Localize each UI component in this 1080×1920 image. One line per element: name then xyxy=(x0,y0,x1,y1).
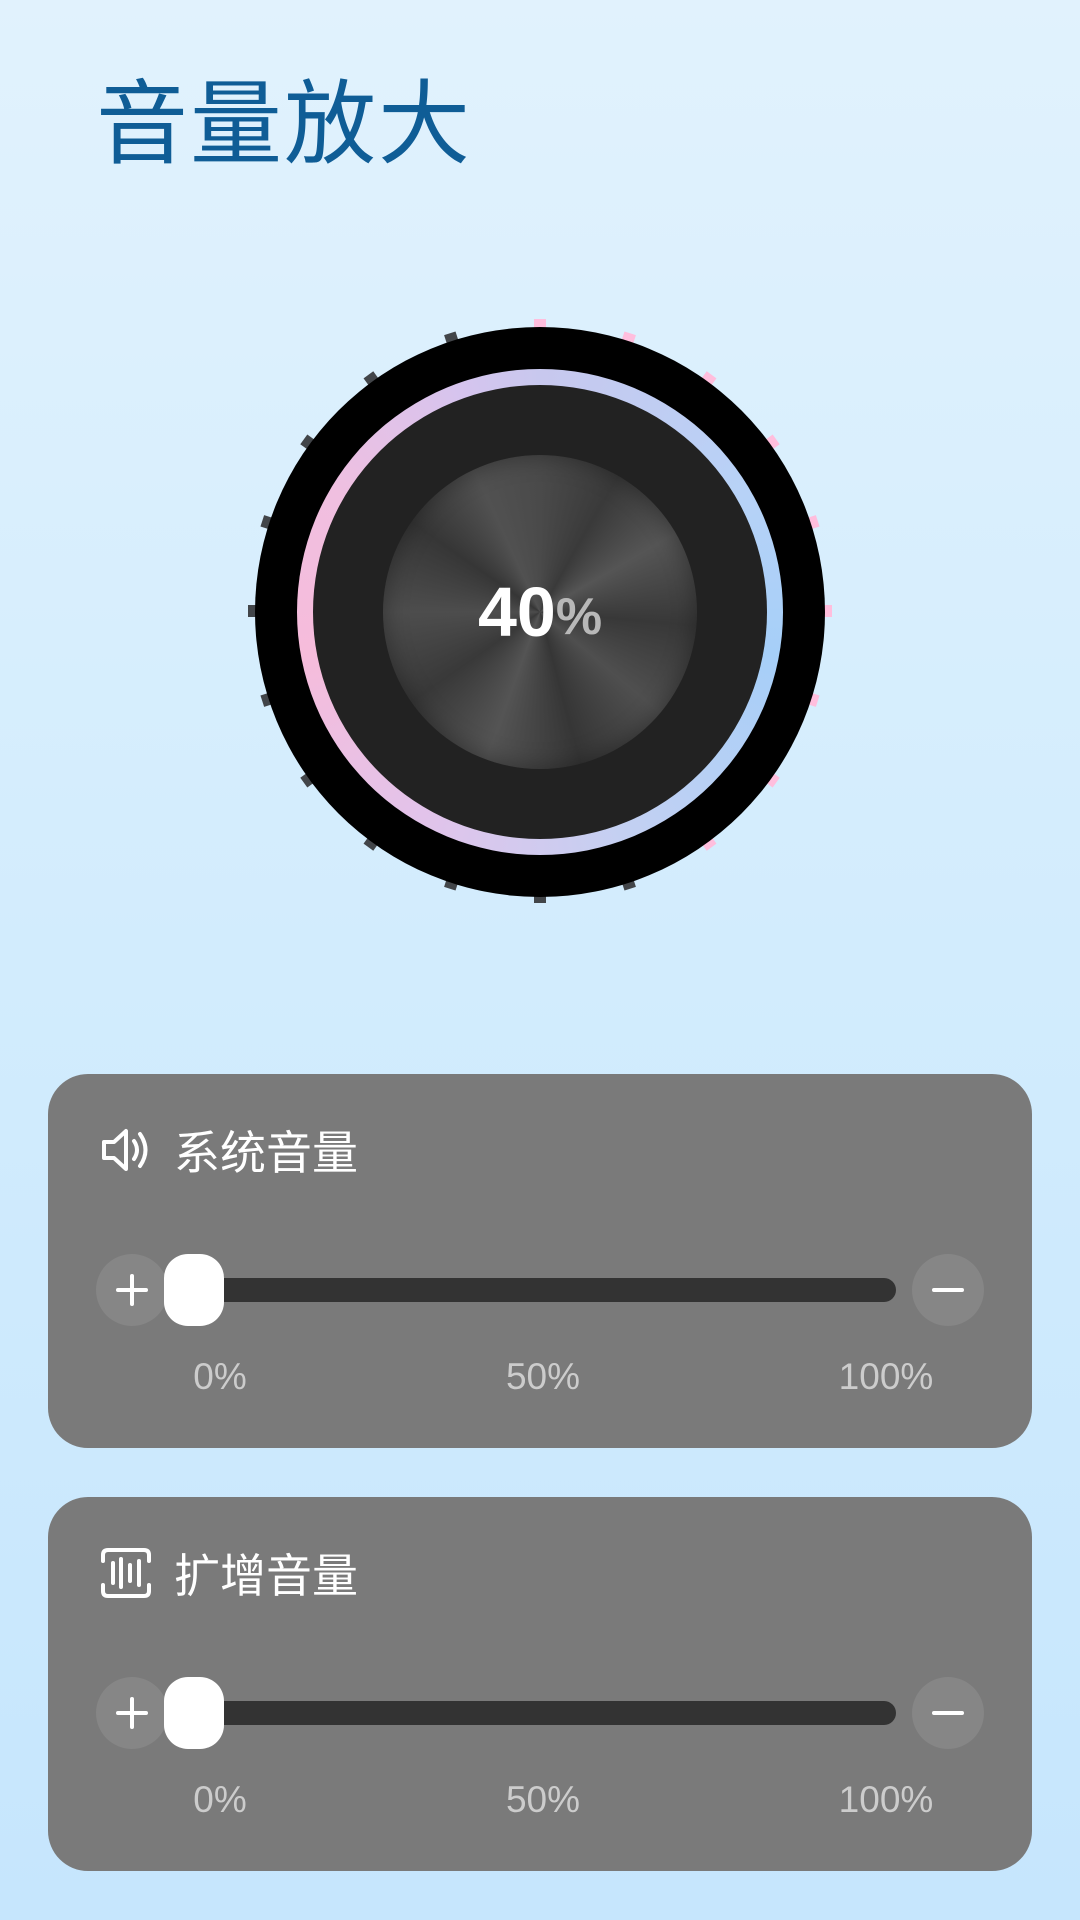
knob-unit: % xyxy=(555,588,603,646)
boost-volume-header: 扩增音量 xyxy=(98,1541,358,1605)
minus-icon xyxy=(932,1711,964,1715)
boost-volume-slider[interactable] xyxy=(188,1701,896,1725)
boost-volume-label-0: 0% xyxy=(193,1779,247,1820)
boost-volume-label-50: 50% xyxy=(505,1779,581,1820)
system-volume-label-0: 0% xyxy=(193,1356,247,1397)
system-volume-slider[interactable] xyxy=(188,1278,896,1302)
system-volume-plus-button[interactable] xyxy=(96,1254,168,1326)
system-volume-minus-button[interactable] xyxy=(912,1254,984,1326)
system-volume-label-100: 100% xyxy=(838,1356,934,1397)
system-volume-label-50: 50% xyxy=(505,1356,581,1397)
boost-volume-title: 扩增音量 xyxy=(174,1550,358,1602)
boost-volume-card: 扩增音量 0% 50% 100% xyxy=(48,1497,1032,1871)
system-volume-card: 系统音量 0% 50% 100% xyxy=(48,1074,1032,1448)
boost-volume-minus-button[interactable] xyxy=(912,1677,984,1749)
minus-icon xyxy=(932,1288,964,1292)
system-volume-title: 系统音量 xyxy=(174,1127,358,1179)
speaker-icon xyxy=(98,1122,154,1178)
knob-value: 40 xyxy=(477,573,556,651)
boost-volume-plus-button[interactable] xyxy=(96,1677,168,1749)
knob-readout: 40 % xyxy=(383,455,697,769)
system-volume-header: 系统音量 xyxy=(98,1118,358,1182)
equalizer-icon xyxy=(98,1545,154,1601)
plus-icon xyxy=(116,1274,148,1306)
volume-knob-area: 40 % xyxy=(0,0,1080,1000)
system-volume-slider-thumb[interactable] xyxy=(164,1254,224,1326)
boost-volume-slider-thumb[interactable] xyxy=(164,1677,224,1749)
boost-volume-label-100: 100% xyxy=(838,1779,934,1820)
plus-icon xyxy=(116,1697,148,1729)
